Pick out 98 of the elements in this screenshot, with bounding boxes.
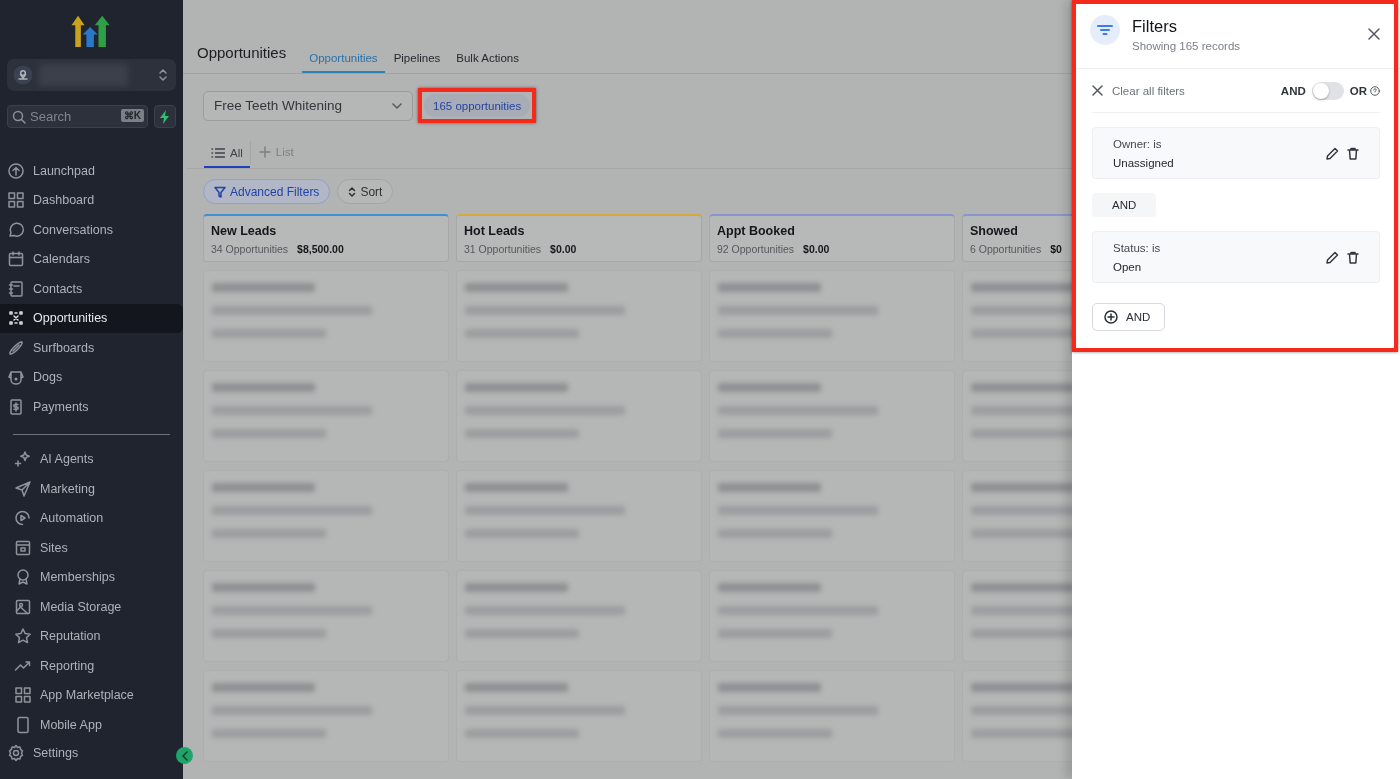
- column-total: $0: [1050, 243, 1062, 255]
- rocket-icon: [7, 161, 25, 180]
- column-title: Appt Booked: [717, 224, 796, 238]
- close-button[interactable]: [1368, 28, 1380, 40]
- column-total: $8,500.00: [297, 243, 344, 255]
- record-count: Showing 165 records: [1132, 40, 1242, 52]
- count-button[interactable]: 165 opportunities: [424, 94, 531, 117]
- nav-item[interactable]: Memberships: [7, 562, 176, 593]
- sort-button[interactable]: Sort: [337, 179, 394, 204]
- edit-button[interactable]: [1326, 250, 1339, 264]
- nav-item[interactable]: App Marketplace: [7, 680, 176, 711]
- nav-item[interactable]: Dogs: [0, 362, 183, 393]
- grid-icon: [14, 686, 32, 705]
- condition-field: Owner: is: [1113, 137, 1318, 150]
- trash-icon: [1347, 146, 1359, 160]
- nav-item[interactable]: Launchpad: [0, 156, 183, 186]
- condition-field: Status: is: [1113, 241, 1318, 254]
- page-title: Opportunities: [197, 44, 287, 61]
- gear-icon: [7, 744, 25, 763]
- tab[interactable]: Bulk Actions: [449, 44, 526, 73]
- star-icon: [14, 627, 32, 646]
- logic-label: AND: [1280, 84, 1306, 97]
- nav-item[interactable]: Contacts: [0, 274, 183, 304]
- image-icon: [14, 597, 32, 616]
- location-pin-icon: [13, 65, 33, 86]
- receipt-icon: [7, 397, 25, 416]
- logic-connector: AND: [1092, 193, 1157, 217]
- nav-item[interactable]: Settings: [0, 739, 91, 767]
- column-title: New Leads: [211, 224, 278, 238]
- nav-item[interactable]: Dashboard: [0, 185, 183, 216]
- condition-value: Unassigned: [1113, 156, 1175, 169]
- collapse-button[interactable]: [176, 747, 193, 764]
- column-title: Hot Leads: [464, 224, 526, 238]
- column-title: Showed: [970, 224, 1019, 238]
- notebook-icon: [7, 279, 25, 298]
- and-or-toggle[interactable]: [1311, 81, 1344, 100]
- close-icon: [1368, 28, 1380, 40]
- condition-value: Open: [1113, 260, 1143, 273]
- nav-item[interactable]: Mobile App: [7, 710, 176, 740]
- panel-title: Filters: [1132, 17, 1178, 36]
- nav-item[interactable]: Surfboards: [0, 333, 183, 363]
- pencil-icon: [1326, 146, 1339, 160]
- list-icon: [211, 146, 225, 159]
- chevron-down-icon: [392, 102, 402, 109]
- search-icon: [12, 110, 26, 125]
- nav-item[interactable]: Media Storage: [7, 592, 176, 622]
- nav-item[interactable]: Marketing: [7, 474, 176, 504]
- delete-button[interactable]: [1347, 146, 1359, 160]
- nav-item[interactable]: Payments: [0, 392, 183, 422]
- award-icon: [14, 568, 32, 587]
- nav-item[interactable]: AI Agents: [7, 444, 176, 475]
- chevron-left-icon: [180, 750, 189, 761]
- pencil-icon: [1326, 250, 1339, 264]
- sparkle-icon: [14, 450, 32, 469]
- plus-icon: [258, 146, 271, 158]
- nav-item[interactable]: Sites: [7, 533, 176, 563]
- account-switcher[interactable]: [7, 59, 176, 92]
- plus-circle-icon: [1104, 310, 1118, 324]
- quick-action-button[interactable]: [154, 105, 176, 129]
- filter-button[interactable]: Advanced Filters: [203, 179, 331, 204]
- paper-plane-icon: [14, 479, 32, 498]
- lightning-icon: [159, 109, 171, 124]
- column-total: $0.00: [803, 243, 830, 255]
- play-circle-icon: [14, 509, 32, 528]
- funnel-icon: [214, 185, 226, 198]
- column-total: $0.00: [550, 243, 577, 255]
- shortcut-hint: ⌘K: [120, 109, 144, 123]
- chevron-up-down-icon: [158, 67, 168, 84]
- delete-button[interactable]: [1347, 250, 1359, 264]
- opportunity-count: 34 Opportunities: [211, 243, 289, 255]
- nav-item[interactable]: Reputation: [7, 621, 176, 652]
- dog-icon: [7, 368, 25, 387]
- edit-button[interactable]: [1326, 146, 1339, 160]
- nav-item[interactable]: Opportunities: [0, 303, 183, 334]
- surfboard-icon: [7, 338, 25, 357]
- browser-icon: [14, 538, 32, 557]
- pipeline-icon: [7, 309, 25, 328]
- trash-icon: [1347, 250, 1359, 264]
- help-icon: [1370, 85, 1380, 96]
- grid-icon: [7, 191, 25, 210]
- opportunity-count: 31 Opportunities: [464, 243, 542, 255]
- pipeline-dropdown[interactable]: Free Teeth Whitening: [203, 90, 413, 121]
- close-icon: [1092, 85, 1103, 96]
- nav-item[interactable]: Calendars: [0, 244, 183, 275]
- nav-item[interactable]: Automation: [7, 503, 176, 534]
- view-tab[interactable]: All: [204, 139, 250, 168]
- phone-icon: [14, 715, 32, 734]
- chevron-up-down-icon: [348, 185, 357, 198]
- nav-item[interactable]: Reporting: [7, 651, 176, 681]
- logic-label: OR: [1349, 84, 1367, 97]
- chat-bubble-icon: [7, 220, 25, 239]
- clear-filters-button[interactable]: Clear all filters: [1092, 84, 1185, 97]
- opportunity-count: 92 Opportunities: [717, 243, 795, 255]
- calendar-icon: [7, 250, 25, 269]
- tab[interactable]: Pipelines: [386, 44, 448, 73]
- nav-item[interactable]: Conversations: [0, 215, 183, 245]
- opportunity-count: 6 Opportunities: [970, 243, 1042, 255]
- add-condition-button[interactable]: AND: [1092, 303, 1166, 331]
